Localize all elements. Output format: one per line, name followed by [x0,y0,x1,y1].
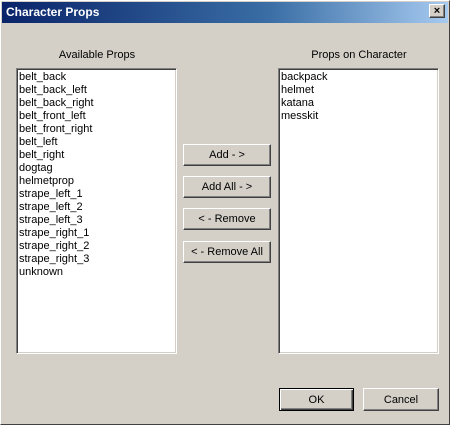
list-item[interactable]: belt_left [19,136,176,149]
list-item[interactable]: helmet [281,84,438,97]
list-item[interactable]: belt_right [19,149,176,162]
list-item[interactable]: katana [281,97,438,110]
list-item[interactable]: strape_left_2 [19,201,176,214]
close-button[interactable]: × [429,4,445,18]
list-item[interactable]: messkit [281,110,438,123]
available-props-list[interactable]: belt_back belt_back_left belt_back_right be… [16,68,177,354]
available-props-label: Available Props [58,49,136,61]
remove-all-button[interactable]: < - Remove All [183,241,271,263]
ok-button[interactable]: OK [279,388,354,411]
list-item[interactable]: strape_left_3 [19,214,176,227]
list-item[interactable]: belt_back_right [19,97,176,110]
list-item[interactable]: helmetprop [19,175,176,188]
remove-button[interactable]: < - Remove [183,208,271,230]
list-item[interactable]: strape_left_1 [19,188,176,201]
cancel-button[interactable]: Cancel [363,388,439,411]
title-bar[interactable]: Character Props × [2,2,448,23]
close-icon: × [433,4,441,17]
character-props-dialog: Character Props × Available Props Props … [0,0,450,425]
window-title: Character Props [6,5,100,19]
list-item[interactable]: strape_right_3 [19,253,176,266]
list-item[interactable]: belt_back_left [19,84,176,97]
list-item[interactable]: belt_front_right [19,123,176,136]
props-on-character-list[interactable]: backpack helmet katana messkit [278,68,439,354]
props-on-character-label: Props on Character [311,49,407,61]
list-item[interactable]: belt_back [19,71,176,84]
list-item[interactable]: unknown [19,266,176,279]
list-item[interactable]: belt_front_left [19,110,176,123]
add-button[interactable]: Add - > [183,144,271,166]
list-item[interactable]: strape_right_1 [19,227,176,240]
list-item[interactable]: dogtag [19,162,176,175]
list-item[interactable]: backpack [281,71,438,84]
list-item[interactable]: strape_right_2 [19,240,176,253]
add-all-button[interactable]: Add All - > [183,176,271,198]
